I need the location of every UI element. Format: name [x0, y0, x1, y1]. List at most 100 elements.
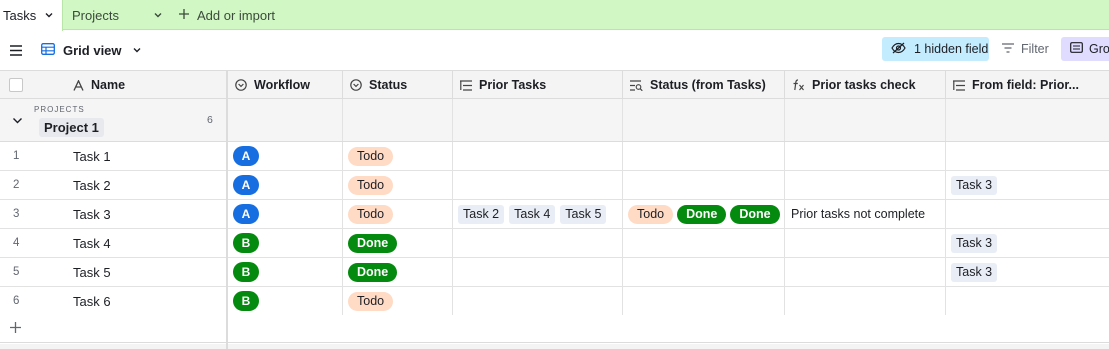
column-header-name[interactable]: Name — [66, 71, 226, 99]
row-number: 3 — [13, 208, 20, 220]
workflow-cell[interactable]: B — [228, 229, 343, 257]
name-cell[interactable]: Task 5 — [66, 258, 226, 286]
column-header-label: Prior Tasks — [479, 78, 547, 92]
tab-tasks-label: Tasks — [3, 8, 37, 23]
linked-record-chip[interactable]: Task 4 — [509, 204, 556, 224]
linked-record-chip[interactable]: Task 2 — [458, 204, 505, 224]
select-all-checkbox[interactable] — [9, 78, 23, 92]
workflow-badge: A — [233, 204, 259, 224]
status-cell[interactable]: Todo — [343, 200, 453, 228]
column-header-prior-tasks-check[interactable]: Prior tasks check — [785, 71, 946, 99]
column-header-from-field[interactable]: From field: Prior... — [946, 71, 1109, 99]
collapse-group-chevron-icon[interactable] — [12, 114, 23, 129]
prior-tasks-cell[interactable] — [453, 171, 623, 199]
group-cell — [343, 99, 453, 141]
prior-tasks-check-cell[interactable] — [785, 142, 946, 170]
workflow-cell[interactable]: B — [228, 287, 343, 315]
prior-tasks-cell[interactable]: Task 2 Task 4 Task 5 — [453, 200, 623, 228]
table-row[interactable]: 6 Task 6 B Todo — [0, 287, 1109, 316]
name-cell[interactable]: Task 4 — [66, 229, 226, 257]
prior-tasks-check-cell[interactable] — [785, 171, 946, 199]
group-button[interactable]: Group — [1061, 37, 1109, 61]
status-cell[interactable]: Todo — [343, 171, 453, 199]
row-number: 6 — [13, 295, 20, 307]
table-row[interactable]: 3 Task 3 A Todo Task 2 Task 4 Task 5 Todo Done Do… — [0, 200, 1109, 229]
name-cell[interactable]: Task 1 — [66, 142, 226, 170]
status-from-tasks-cell[interactable] — [623, 229, 785, 257]
select-all-cell — [0, 71, 66, 99]
workflow-badge: B — [233, 233, 259, 253]
linked-record-chip[interactable]: Task 3 — [951, 262, 998, 282]
status-cell[interactable]: Done — [343, 258, 453, 286]
prior-tasks-check-cell[interactable]: Prior tasks not complete — [785, 200, 946, 228]
add-record-row[interactable] — [0, 315, 1109, 343]
grid-header-row: Name Workflow Status Prior Tasks Status … — [0, 70, 1109, 99]
status-cell[interactable]: Todo — [343, 142, 453, 170]
linked-record-icon — [460, 79, 472, 91]
column-header-label: Prior tasks check — [812, 78, 916, 92]
status-pill: Todo — [348, 175, 394, 195]
prior-tasks-cell[interactable] — [453, 142, 623, 170]
from-field-cell[interactable]: Task 3 — [946, 229, 1109, 257]
single-select-icon — [235, 79, 247, 91]
hamburger-menu-icon[interactable] — [10, 31, 23, 69]
row-number: 2 — [13, 179, 20, 191]
prior-tasks-cell[interactable] — [453, 258, 623, 286]
name-cell[interactable]: Task 6 — [66, 287, 226, 315]
group-header: PROJECTS Project 1 6 — [0, 99, 1109, 142]
workflow-badge: A — [233, 146, 259, 166]
table-row[interactable]: 2 Task 2 A Todo Task 3 — [0, 171, 1109, 200]
linked-record-chip[interactable]: Task 5 — [560, 204, 607, 224]
status-from-tasks-cell[interactable] — [623, 171, 785, 199]
name-cell[interactable]: Task 3 — [66, 200, 226, 228]
linked-record-chip[interactable]: Task 3 — [951, 233, 998, 253]
from-field-cell[interactable] — [946, 287, 1109, 315]
status-from-tasks-cell[interactable] — [623, 258, 785, 286]
group-cell — [785, 99, 946, 141]
column-header-workflow[interactable]: Workflow — [228, 71, 343, 99]
table-row[interactable]: 1 Task 1 A Todo — [0, 142, 1109, 171]
group-icon — [1070, 42, 1083, 56]
chevron-down-icon[interactable] — [153, 8, 163, 23]
prior-tasks-check-cell[interactable] — [785, 258, 946, 286]
table-row[interactable]: 4 Task 4 B Done Task 3 — [0, 229, 1109, 258]
column-header-status-from-tasks[interactable]: Status (from Tasks) — [623, 71, 785, 99]
from-field-cell[interactable] — [946, 142, 1109, 170]
filter-button[interactable]: Filter — [1002, 37, 1049, 61]
prior-tasks-cell[interactable] — [453, 287, 623, 315]
workflow-cell[interactable]: A — [228, 142, 343, 170]
add-or-import-button[interactable]: Add or import — [178, 0, 275, 30]
status-from-tasks-cell[interactable] — [623, 142, 785, 170]
hidden-fields-button[interactable]: 1 hidden field — [882, 37, 989, 61]
status-pill: Done — [348, 262, 398, 282]
group-cell — [453, 99, 623, 141]
prior-tasks-check-cell[interactable] — [785, 287, 946, 315]
frozen-column-divider — [226, 70, 228, 349]
plus-icon[interactable] — [9, 321, 22, 337]
workflow-cell[interactable]: A — [228, 171, 343, 199]
group-cell — [228, 99, 343, 141]
status-from-tasks-cell[interactable] — [623, 287, 785, 315]
workflow-cell[interactable]: A — [228, 200, 343, 228]
status-cell[interactable]: Done — [343, 229, 453, 257]
workflow-badge: B — [233, 291, 259, 311]
status-pill: Todo — [348, 204, 394, 224]
name-cell[interactable]: Task 2 — [66, 171, 226, 199]
status-from-tasks-cell[interactable]: Todo Done Done — [623, 200, 785, 228]
tab-projects[interactable]: Projects — [72, 0, 162, 30]
prior-tasks-cell[interactable] — [453, 229, 623, 257]
group-label: Group — [1089, 42, 1109, 56]
from-field-cell[interactable] — [946, 200, 1109, 228]
status-cell[interactable]: Todo — [343, 287, 453, 315]
tab-tasks[interactable]: Tasks — [0, 0, 63, 31]
workflow-cell[interactable]: B — [228, 258, 343, 286]
from-field-cell[interactable]: Task 3 — [946, 171, 1109, 199]
column-header-status[interactable]: Status — [343, 71, 453, 99]
column-header-prior-tasks[interactable]: Prior Tasks — [453, 71, 623, 99]
prior-tasks-check-cell[interactable] — [785, 229, 946, 257]
from-field-cell[interactable]: Task 3 — [946, 258, 1109, 286]
view-switcher-button[interactable]: Grid view — [41, 31, 142, 69]
chevron-down-icon[interactable] — [44, 8, 54, 23]
table-row[interactable]: 5 Task 5 B Done Task 3 — [0, 258, 1109, 287]
linked-record-chip[interactable]: Task 3 — [951, 175, 998, 195]
